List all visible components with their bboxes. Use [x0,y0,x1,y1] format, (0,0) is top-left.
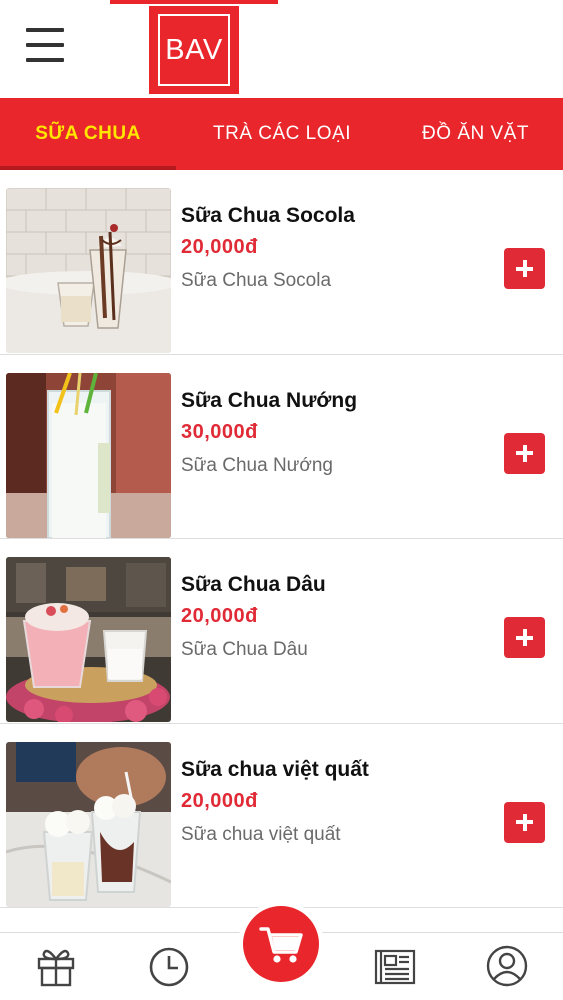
header-accent-strip [110,0,278,4]
product-item[interactable]: Sữa Chua Nướng 30,000đ Sữa Chua Nướng [0,355,563,539]
add-to-cart-button[interactable] [504,801,545,843]
product-description: Sữa Chua Nướng [181,454,333,476]
tab-sua-chua[interactable]: SỮA CHUA [0,98,176,170]
add-to-cart-button[interactable] [504,248,545,289]
product-name: Sữa Chua Nướng [181,388,358,412]
product-list: Sữa Chua Socola 20,000đ Sữa Chua Socola … [0,170,563,908]
product-description: Sữa Chua Socola [181,270,332,291]
product-image [6,557,171,722]
product-price: 20,000đ [181,236,258,258]
product-price: 20,000đ [181,605,258,627]
product-name: Sữa chua việt quất [181,757,369,781]
user-icon[interactable] [484,943,530,989]
product-image [6,372,171,538]
product-name: Sữa Chua Dâu [181,573,326,596]
brand-logo[interactable]: BAV [149,6,239,94]
product-item[interactable]: Sữa Chua Dâu 20,000đ Sữa Chua Dâu [0,539,563,724]
newspaper-icon[interactable] [372,943,418,989]
add-to-cart-button[interactable] [504,617,545,658]
product-image [6,188,171,353]
product-description: Sữa chua việt quất [181,823,341,845]
product-description: Sữa Chua Dâu [181,639,308,660]
product-price: 20,000đ [181,789,258,812]
product-price: 30,000đ [181,420,258,443]
logo-text: BAV [158,14,230,86]
category-tabs: SỮA CHUA TRÀ CÁC LOẠI ĐỒ ĂN VẶT [0,98,563,170]
tab-do-an-vat[interactable]: ĐỒ ĂN VẶT [388,98,563,170]
gift-icon[interactable] [33,943,79,989]
clock-icon[interactable] [146,943,192,989]
cart-button[interactable] [243,906,319,982]
product-name: Sữa Chua Socola [181,204,355,227]
product-item[interactable]: Sữa chua việt quất 20,000đ Sữa chua việt… [0,724,563,908]
app-header: BAV [0,0,563,98]
menu-button[interactable] [26,28,66,68]
menu-bar [26,58,64,62]
add-to-cart-button[interactable] [504,432,545,474]
cart-icon [259,927,303,963]
tab-tra-cac-loai[interactable]: TRÀ CÁC LOẠI [176,98,388,170]
menu-bar [26,43,64,47]
menu-bar [26,28,64,32]
product-image [6,741,171,907]
product-item[interactable]: Sữa Chua Socola 20,000đ Sữa Chua Socola [0,170,563,355]
